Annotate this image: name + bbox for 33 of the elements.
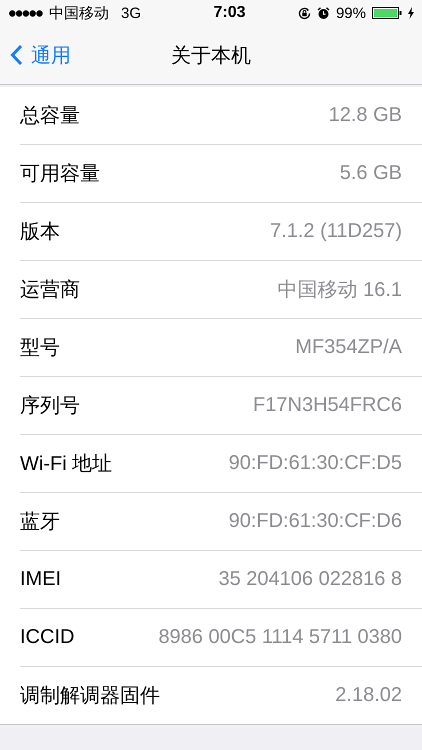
status-time: 7:03: [213, 4, 246, 22]
row-label: 运营商: [20, 278, 80, 303]
row-label: ICCID: [20, 626, 74, 649]
row-label: Wi-Fi 地址: [20, 452, 112, 477]
row-value: MF354ZP/A: [295, 336, 402, 359]
row-label: 型号: [20, 336, 60, 361]
row-label: IMEI: [20, 568, 62, 591]
row-label: 总容量: [20, 104, 80, 129]
back-button[interactable]: 通用: [0, 42, 71, 68]
row-label: 调制解调器固件: [20, 684, 160, 709]
row-value: 35 204106 022816 8: [218, 568, 402, 591]
row-label: 可用容量: [20, 162, 100, 187]
row-value: 8986 00C5 1114 5711 0380: [158, 626, 402, 649]
row-label: 版本: [20, 220, 60, 245]
row-value: 7.1.2 (11D257): [270, 220, 402, 243]
battery-icon: [372, 7, 402, 19]
row-value: 2.18.02: [335, 684, 402, 707]
alarm-icon: [316, 6, 330, 20]
rotation-lock-icon: [298, 6, 311, 20]
row-value: F17N3H54FRC6: [253, 394, 402, 417]
row-label: 蓝牙: [20, 510, 60, 535]
row-value: 5.6 GB: [340, 162, 402, 185]
back-chevron-icon: [10, 44, 23, 66]
page-title: 关于本机: [171, 44, 251, 68]
row-value: 90:FD:61:30:CF:D5: [228, 452, 402, 475]
battery-percent: 99%: [336, 4, 366, 22]
carrier-name: 中国移动: [49, 4, 109, 22]
row-value: 90:FD:61:30:CF:D6: [228, 510, 402, 533]
signal-icon: [9, 10, 43, 16]
row-label: 序列号: [20, 394, 80, 419]
row-value: 12.8 GB: [328, 104, 402, 127]
row-value: 中国移动 16.1: [278, 278, 402, 303]
network-type: 3G: [121, 4, 142, 22]
